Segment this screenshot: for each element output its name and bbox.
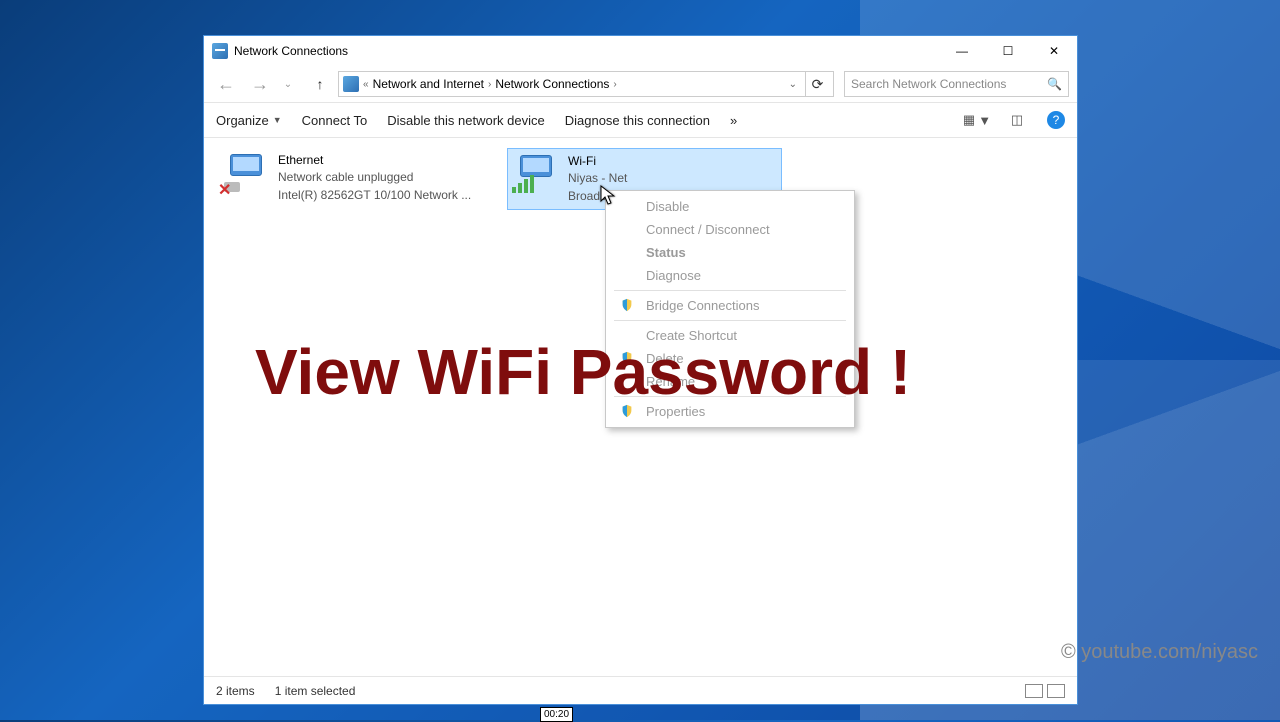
ethernet-status: Network cable unplugged	[278, 169, 471, 186]
chevron-right-icon: ›	[613, 79, 616, 90]
search-icon: 🔍	[1047, 77, 1062, 91]
overlay-caption: View WiFi Password !	[255, 335, 911, 409]
address-dropdown-icon[interactable]: ⌄	[785, 79, 801, 90]
titlebar[interactable]: Network Connections — ☐ ✕	[204, 36, 1077, 66]
selected-count: 1 item selected	[275, 684, 356, 698]
address-bar[interactable]: « Network and Internet › Network Connect…	[338, 71, 834, 97]
overflow-button[interactable]: »	[730, 113, 737, 128]
view-options-button[interactable]: ▦▼	[967, 110, 987, 130]
control-panel-icon	[343, 76, 359, 92]
shield-icon	[620, 298, 634, 312]
menu-separator	[614, 290, 846, 291]
menu-separator	[614, 320, 846, 321]
breadcrumb-prefix: «	[363, 79, 369, 90]
search-input[interactable]: Search Network Connections 🔍	[844, 71, 1069, 97]
history-dropdown[interactable]: ⌄	[274, 70, 302, 98]
connect-to-button[interactable]: Connect To	[302, 113, 368, 128]
organize-label: Organize	[216, 113, 269, 128]
window-title: Network Connections	[234, 44, 348, 58]
menu-status[interactable]: Status	[606, 241, 854, 264]
watermark-text: © youtube.com/niyasc	[1061, 641, 1258, 664]
command-bar: Organize ▼ Connect To Disable this netwo…	[204, 102, 1077, 138]
details-view-button[interactable]	[1025, 684, 1043, 698]
minimize-button[interactable]: —	[939, 36, 985, 66]
large-icons-view-button[interactable]	[1047, 684, 1065, 698]
ethernet-icon: ✕	[222, 152, 270, 192]
menu-disable[interactable]: Disable	[606, 195, 854, 218]
breadcrumb-network-internet[interactable]: Network and Internet	[373, 77, 484, 91]
menu-bridge-connections[interactable]: Bridge Connections	[606, 294, 854, 317]
up-button[interactable]: ↑	[308, 70, 332, 98]
navigation-row: ← → ⌄ ↑ « Network and Internet › Network…	[204, 66, 1077, 102]
status-bar: 2 items 1 item selected	[204, 676, 1077, 704]
ethernet-adapter: Intel(R) 82562GT 10/100 Network ...	[278, 187, 471, 204]
view-mode-buttons	[1025, 684, 1065, 698]
disable-device-button[interactable]: Disable this network device	[387, 113, 545, 128]
forward-button[interactable]: →	[246, 70, 274, 98]
menu-diagnose[interactable]: Diagnose	[606, 264, 854, 287]
wifi-icon	[512, 153, 560, 193]
network-connections-icon	[212, 43, 228, 59]
help-button[interactable]: ?	[1047, 111, 1065, 129]
refresh-button[interactable]: ⟳	[805, 72, 829, 96]
organize-menu[interactable]: Organize ▼	[216, 113, 282, 128]
menu-connect-disconnect[interactable]: Connect / Disconnect	[606, 218, 854, 241]
item-count: 2 items	[216, 684, 255, 698]
close-button[interactable]: ✕	[1031, 36, 1077, 66]
wifi-ssid: Niyas - Net	[568, 170, 757, 187]
maximize-button[interactable]: ☐	[985, 36, 1031, 66]
wifi-name: Wi-Fi	[568, 153, 757, 170]
caret-down-icon: ▼	[273, 115, 282, 125]
breadcrumb-network-connections[interactable]: Network Connections	[495, 77, 609, 91]
disconnected-x-icon: ✕	[218, 180, 232, 194]
ethernet-name: Ethernet	[278, 152, 471, 169]
search-placeholder: Search Network Connections	[851, 77, 1006, 91]
preview-pane-button[interactable]: ◫	[1007, 110, 1027, 130]
diagnose-connection-button[interactable]: Diagnose this connection	[565, 113, 710, 128]
window-controls: — ☐ ✕	[939, 36, 1077, 66]
chevron-right-icon: ›	[488, 79, 491, 90]
back-button[interactable]: ←	[212, 70, 240, 98]
connection-ethernet[interactable]: ✕ Ethernet Network cable unplugged Intel…	[218, 148, 493, 208]
